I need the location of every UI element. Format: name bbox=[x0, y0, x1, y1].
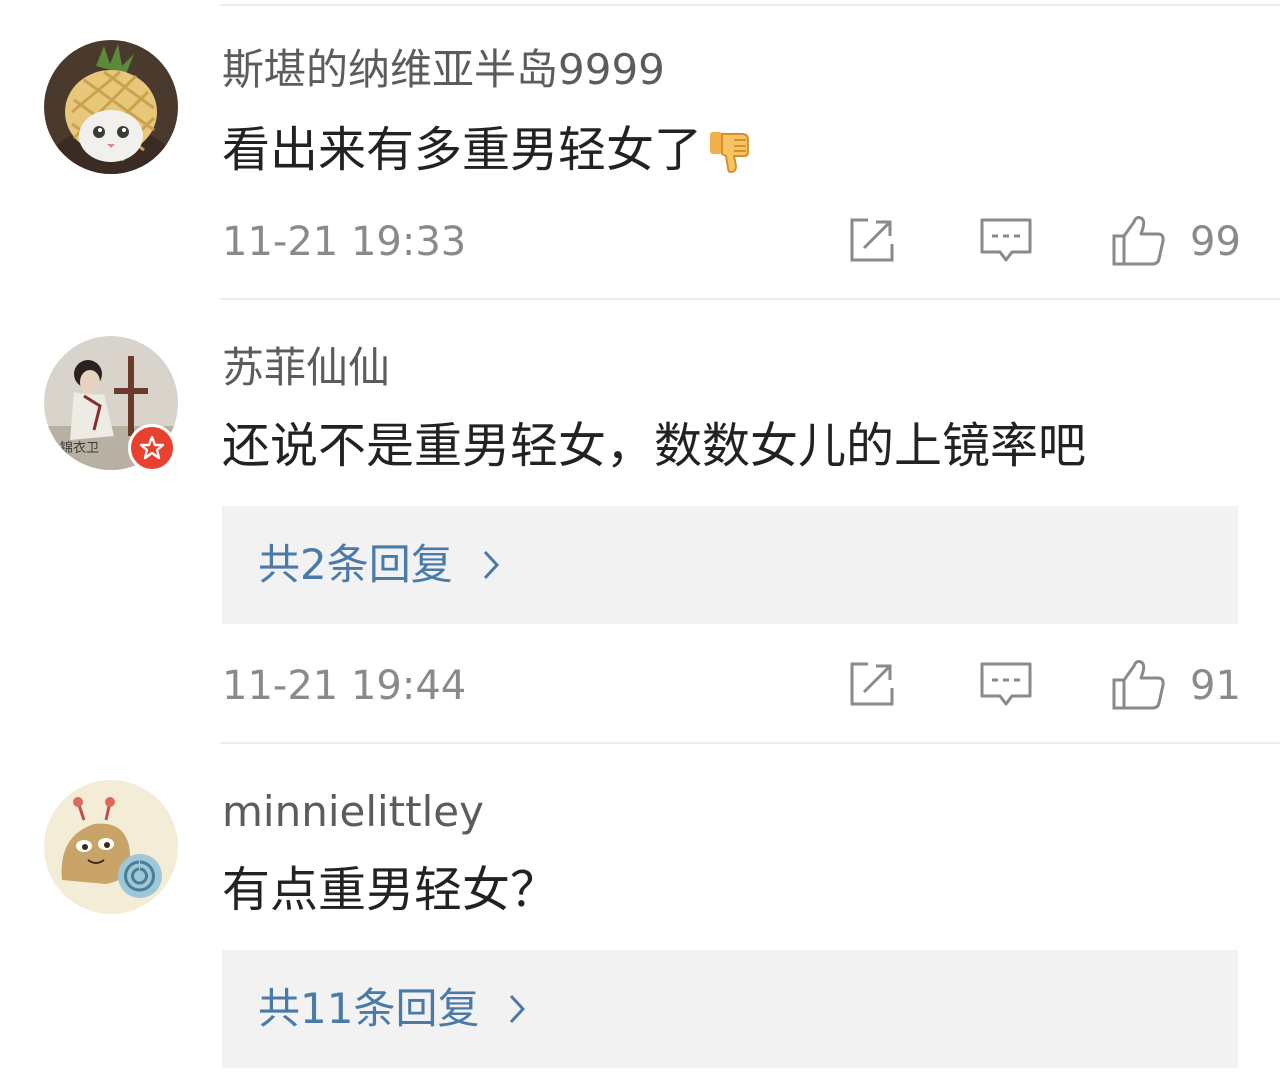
reply-count-label: 共11条回复 bbox=[258, 984, 480, 1033]
comment-text: 有点重男轻女？ bbox=[222, 862, 559, 918]
username[interactable]: minnielittley bbox=[222, 788, 484, 836]
replies-panel[interactable]: 共2条回复 bbox=[222, 506, 1238, 624]
avatar-snail-cartoon[interactable] bbox=[44, 780, 178, 914]
top-divider bbox=[220, 4, 1280, 6]
like-count: 99 bbox=[1190, 219, 1241, 265]
comment-meta-row: 11-21 19:33 99 bbox=[222, 214, 1241, 274]
chevron-right-icon bbox=[481, 543, 501, 593]
replies-panel[interactable]: 共11条回复 bbox=[222, 950, 1238, 1068]
avatar-pineapple-cat[interactable] bbox=[44, 40, 178, 174]
username[interactable]: 苏菲仙仙 bbox=[222, 344, 390, 392]
timestamp: 11-21 19:44 bbox=[222, 663, 467, 709]
username[interactable]: 斯堪的纳维亚半岛9999 bbox=[222, 46, 665, 94]
comment-text-body: 看出来有多重男轻女了 bbox=[222, 122, 703, 178]
comment-meta-row: 11-21 19:44 91 bbox=[222, 658, 1241, 718]
share-icon[interactable] bbox=[846, 658, 898, 714]
comment-icon[interactable] bbox=[978, 214, 1034, 270]
view-replies-link[interactable]: 共11条回复 bbox=[258, 984, 527, 1037]
thumbs-down-emoji-icon bbox=[706, 126, 754, 186]
like-icon[interactable] bbox=[1110, 214, 1168, 272]
comment-text: 还说不是重男轻女，数数女儿的上镜率吧 bbox=[222, 418, 1087, 474]
svg-text:锦衣卫: 锦衣卫 bbox=[60, 440, 99, 456]
comment-text: 看出来有多重男轻女了 bbox=[222, 122, 754, 186]
like-count: 91 bbox=[1190, 663, 1241, 709]
timestamp: 11-21 19:33 bbox=[222, 219, 467, 265]
view-replies-link[interactable]: 共2条回复 bbox=[258, 540, 501, 593]
share-icon[interactable] bbox=[846, 214, 898, 270]
reply-count-label: 共2条回复 bbox=[258, 540, 453, 589]
comment-icon[interactable] bbox=[978, 658, 1034, 714]
verified-badge-icon bbox=[128, 424, 176, 472]
row-divider bbox=[220, 298, 1280, 300]
chevron-right-icon bbox=[507, 987, 527, 1037]
like-icon[interactable] bbox=[1110, 658, 1168, 716]
row-divider bbox=[220, 742, 1280, 744]
